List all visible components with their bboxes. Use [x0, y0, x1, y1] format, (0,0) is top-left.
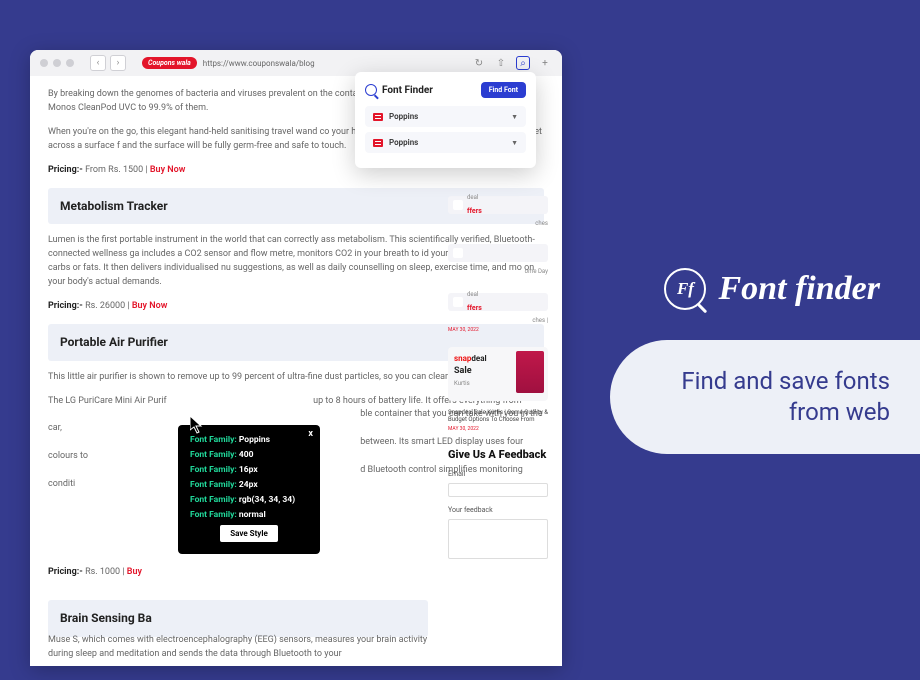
popup-title: Font Finder — [365, 84, 433, 96]
buy-link[interactable]: Buy Now — [132, 301, 168, 311]
find-font-button[interactable]: Find Font — [481, 82, 526, 98]
font-item[interactable]: Poppins ▼ — [365, 106, 526, 127]
back-button[interactable]: ‹ — [90, 55, 106, 71]
paragraph: Muse S, which comes with electroencephal… — [48, 634, 448, 662]
sidebar-card[interactable]: dealffers — [448, 196, 548, 214]
card-caption: Snapdeal Sale Kurtis | Some Quality & Bu… — [448, 409, 548, 425]
font-finder-popup: Font Finder Find Font Poppins ▼ Poppins … — [355, 72, 536, 168]
sidebar-card[interactable]: dealffers — [448, 293, 548, 311]
url-text: https://www.couponswala/blog — [203, 59, 315, 68]
font-icon — [373, 113, 383, 121]
share-icon[interactable]: ⇧ — [494, 56, 508, 70]
dot[interactable] — [66, 59, 74, 67]
sidebar-card[interactable] — [448, 244, 548, 262]
email-label: Email — [448, 469, 548, 480]
feedback-label: Your feedback — [448, 505, 548, 516]
save-style-button[interactable]: Save Style — [220, 525, 278, 542]
chevron-down-icon: ▼ — [511, 139, 518, 147]
brand-logo: Ff Font finder — [664, 268, 880, 310]
font-item[interactable]: Poppins ▼ — [365, 132, 526, 153]
date-text: MAY 30, 2022 — [448, 426, 548, 434]
price-label: Pricing:- — [48, 165, 83, 175]
plus-icon[interactable]: + — [538, 56, 552, 70]
buy-link[interactable]: Buy — [127, 567, 142, 577]
tagline-text: Find and save fonts from web — [654, 366, 890, 428]
price-label: Pricing:- — [48, 567, 83, 577]
price-value: Rs. 26000 | — [85, 301, 132, 311]
address-bar[interactable]: Coupons wala https://www.couponswala/blo… — [142, 57, 464, 69]
nav-buttons: ‹ › — [90, 55, 126, 71]
extension-icon[interactable]: ⌕ — [516, 56, 530, 70]
font-icon — [373, 139, 383, 147]
model-image — [516, 351, 544, 393]
site-badge: Coupons wala — [142, 57, 197, 69]
reload-icon[interactable]: ↻ — [472, 56, 486, 70]
cursor-icon — [190, 416, 204, 438]
feedback-field[interactable] — [448, 519, 548, 559]
brand-icon: Ff — [664, 268, 706, 310]
close-icon[interactable]: x — [308, 429, 313, 439]
feedback-title: Give Us A Feedback — [448, 448, 548, 461]
popup-header: Font Finder Find Font — [365, 82, 526, 98]
tagline-pill: Find and save fonts from web — [610, 340, 920, 454]
window-controls — [40, 59, 74, 67]
promo-card[interactable]: snapdeal Sale Kurtis — [448, 347, 548, 401]
price-value: Rs. 1000 | — [85, 567, 127, 577]
pricing-line: Pricing:- Rs. 1000 | Buy — [48, 566, 142, 580]
dot[interactable] — [53, 59, 61, 67]
toolbar: ↻ ⇧ ⌕ + — [472, 56, 552, 70]
article-sidebar: dealffers ches ome Day dealffers ches | … — [448, 196, 548, 559]
section-heading: Brain Sensing Ba — [48, 600, 428, 637]
chevron-down-icon: ▼ — [511, 113, 518, 121]
buy-link[interactable]: Buy Now — [150, 165, 186, 175]
dot[interactable] — [40, 59, 48, 67]
brand-name: Font finder — [718, 270, 880, 308]
forward-button[interactable]: › — [110, 55, 126, 71]
price-label: Pricing:- — [48, 301, 83, 311]
price-value: From Rs. 1500 | — [85, 165, 150, 175]
search-icon — [365, 84, 377, 96]
font-tooltip: x Font Family: Poppins Font Family: 400 … — [178, 425, 320, 554]
email-field[interactable] — [448, 483, 548, 497]
date-text: MAY 30, 2022 — [448, 327, 548, 335]
